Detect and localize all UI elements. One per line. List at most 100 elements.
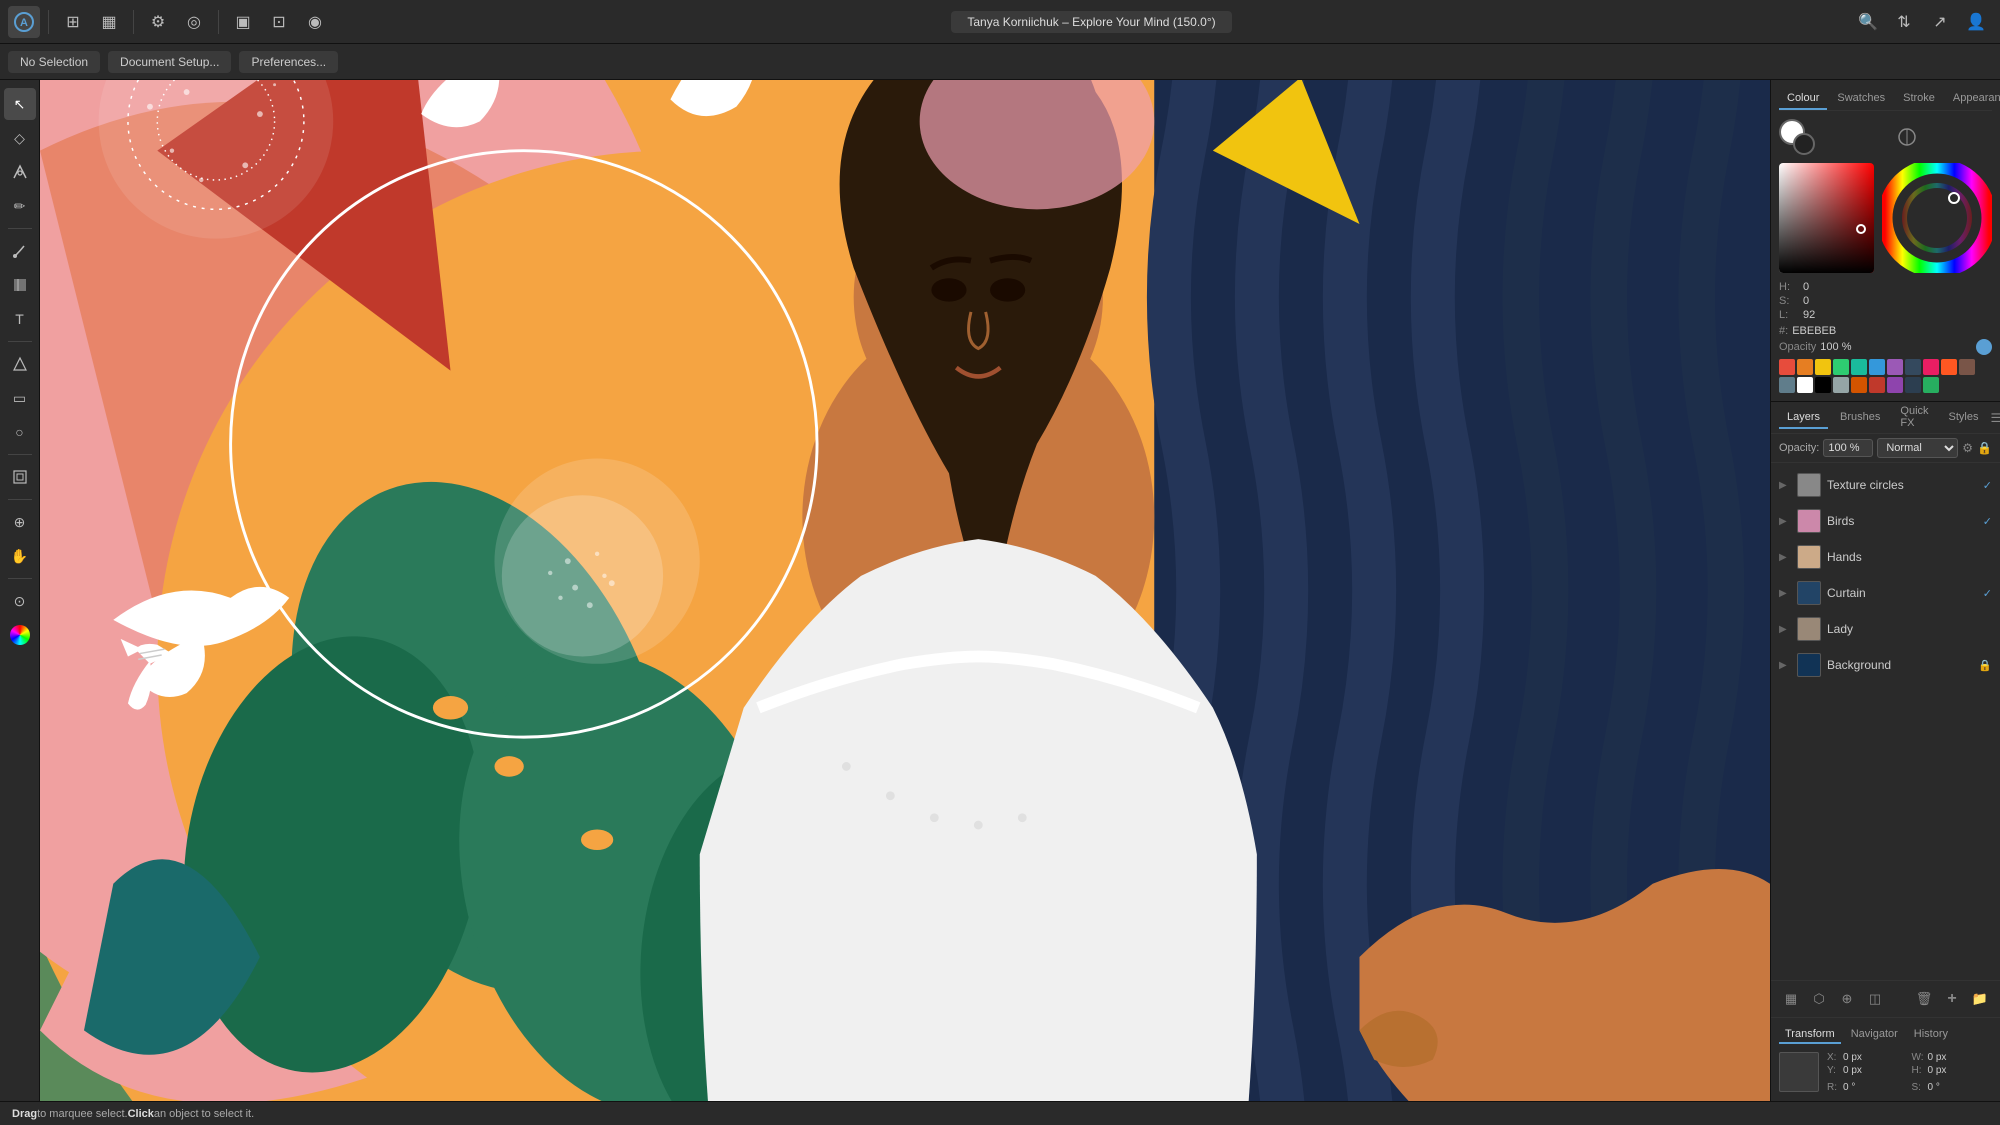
- grid-tool-4[interactable]: ⊡: [263, 6, 295, 38]
- layer-visibility-icon[interactable]: ✓: [1983, 479, 1992, 492]
- tab-colour[interactable]: Colour: [1779, 88, 1827, 110]
- rect-tool[interactable]: ▭: [4, 382, 36, 414]
- swatch-item[interactable]: [1779, 377, 1795, 393]
- layer-item-lady[interactable]: ▶Lady: [1771, 611, 2000, 647]
- transform-tool[interactable]: [4, 461, 36, 493]
- no-selection-button[interactable]: No Selection: [8, 51, 100, 73]
- swatch-item[interactable]: [1851, 359, 1867, 375]
- grid-tool-1[interactable]: ⊞: [57, 6, 89, 38]
- swatch-item[interactable]: [1833, 377, 1849, 393]
- tab-layers[interactable]: Layers: [1779, 407, 1828, 429]
- tab-navigator[interactable]: Navigator: [1845, 1026, 1904, 1044]
- layer-settings-icon[interactable]: ⚙: [1962, 441, 1973, 455]
- color-wheel[interactable]: [1882, 163, 1992, 273]
- color-swatch-tool[interactable]: [4, 619, 36, 651]
- layer-visibility-icon[interactable]: ✓: [1983, 587, 1992, 600]
- swatch-item[interactable]: [1923, 359, 1939, 375]
- swatch-item[interactable]: [1887, 359, 1903, 375]
- swatch-item[interactable]: [1833, 359, 1849, 375]
- swatch-item[interactable]: [1869, 377, 1885, 393]
- canvas-area[interactable]: [40, 80, 1770, 1101]
- swatch-item[interactable]: [1905, 377, 1921, 393]
- add-fx-layer-icon[interactable]: ⬡: [1807, 987, 1831, 1011]
- tab-stroke[interactable]: Stroke: [1895, 88, 1943, 110]
- brush-tool[interactable]: [4, 235, 36, 267]
- tab-transform[interactable]: Transform: [1779, 1026, 1841, 1044]
- blend-mode-select[interactable]: Normal Multiply Screen Overlay: [1877, 438, 1958, 458]
- swatch-item[interactable]: [1797, 359, 1813, 375]
- lightness-value: 92: [1803, 309, 1815, 321]
- sync-icon[interactable]: ⇅: [1888, 6, 1920, 38]
- add-mask-icon[interactable]: ◫: [1863, 987, 1887, 1011]
- layer-item-texture-circles[interactable]: ▶Texture circles✓: [1771, 467, 2000, 503]
- layer-item-birds[interactable]: ▶Birds✓: [1771, 503, 2000, 539]
- snapping-icon[interactable]: ▣: [227, 6, 259, 38]
- drag-desc: to marquee select.: [37, 1108, 128, 1120]
- swatch-item[interactable]: [1779, 359, 1795, 375]
- y-label: Y:: [1827, 1065, 1841, 1076]
- swatch-item[interactable]: [1869, 359, 1885, 375]
- tab-swatches[interactable]: Swatches: [1829, 88, 1893, 110]
- add-adjustment-icon[interactable]: ⊕: [1835, 987, 1859, 1011]
- add-layer-icon[interactable]: +: [1940, 987, 1964, 1011]
- main-area: ↖ ◇ ✏ T ▭ ○: [0, 80, 2000, 1101]
- shape-tool[interactable]: [4, 348, 36, 380]
- add-pixel-layer-icon[interactable]: ▦: [1779, 987, 1803, 1011]
- transform-h-field: H: 0 px: [1912, 1065, 1993, 1076]
- delete-layer-icon[interactable]: 🗑: [1912, 987, 1936, 1011]
- pen-tool[interactable]: [4, 156, 36, 188]
- zoom-tool[interactable]: ⊕: [4, 506, 36, 538]
- layer-item-curtain[interactable]: ▶Curtain✓: [1771, 575, 2000, 611]
- eyedropper-tool[interactable]: ⊙: [4, 585, 36, 617]
- layer-item-hands[interactable]: ▶Hands: [1771, 539, 2000, 575]
- user-icon[interactable]: 👤: [1960, 6, 1992, 38]
- tab-quick-fx[interactable]: Quick FX: [1892, 402, 1936, 435]
- y-value: 0 px: [1843, 1065, 1862, 1076]
- prefs-icon[interactable]: ◎: [178, 6, 210, 38]
- fill-tool[interactable]: [4, 269, 36, 301]
- lightness-row: L: 92: [1779, 309, 1992, 321]
- layer-opacity-input[interactable]: [1823, 439, 1873, 457]
- search-icon[interactable]: 🔍: [1852, 6, 1884, 38]
- hand-tool[interactable]: ✋: [4, 540, 36, 572]
- swatch-item[interactable]: [1815, 377, 1831, 393]
- layer-item-background[interactable]: ▶Background🔒: [1771, 647, 2000, 683]
- layers-menu-icon[interactable]: ☰: [1990, 411, 2000, 425]
- app-logo[interactable]: A: [8, 6, 40, 38]
- tab-history[interactable]: History: [1908, 1026, 1954, 1044]
- document-setup-button[interactable]: Document Setup...: [108, 51, 231, 73]
- background-color-swatch[interactable]: [1793, 133, 1815, 155]
- swatch-item[interactable]: [1905, 359, 1921, 375]
- swatch-item[interactable]: [1887, 377, 1903, 393]
- transform-fields: X: 0 px W: 0 px Y: 0 px: [1827, 1052, 1992, 1093]
- title-bar: Tanya Korniichuk – Explore Your Mind (15…: [335, 11, 1848, 33]
- circle-tool[interactable]: ○: [4, 416, 36, 448]
- swatch-item[interactable]: [1923, 377, 1939, 393]
- share-icon[interactable]: ↗: [1924, 6, 1956, 38]
- node-tool[interactable]: ◇: [4, 122, 36, 154]
- swatch-item[interactable]: [1797, 377, 1813, 393]
- grid-tool-2[interactable]: ▦: [93, 6, 125, 38]
- settings-icon[interactable]: ⚙: [142, 6, 174, 38]
- swatch-item[interactable]: [1941, 359, 1957, 375]
- x-value: 0 px: [1843, 1052, 1862, 1063]
- swatch-item[interactable]: [1959, 359, 1975, 375]
- swatch-item[interactable]: [1815, 359, 1831, 375]
- tab-brushes[interactable]: Brushes: [1832, 407, 1888, 429]
- color-gradient-box[interactable]: [1779, 163, 1874, 273]
- swatch-item[interactable]: [1851, 377, 1867, 393]
- layer-visibility-icon[interactable]: ✓: [1983, 515, 1992, 528]
- panel-bottom: ▦ ⬡ ⊕ ◫ 🗑 + 📁: [1771, 980, 2000, 1017]
- preferences-button[interactable]: Preferences...: [239, 51, 338, 73]
- drag-keyword: Drag: [12, 1108, 37, 1120]
- tab-styles[interactable]: Styles: [1941, 407, 1987, 429]
- layer-lock-icon[interactable]: 🔒: [1977, 441, 1992, 455]
- folder-icon[interactable]: 📁: [1968, 987, 1992, 1011]
- grid-tool-5[interactable]: ◉: [299, 6, 331, 38]
- tab-appearance[interactable]: Appearance: [1945, 88, 2000, 110]
- pencil-tool[interactable]: ✏: [4, 190, 36, 222]
- layer-lock-icon[interactable]: 🔒: [1978, 659, 1992, 672]
- opacity-picker-icon[interactable]: [1976, 339, 1992, 355]
- text-tool[interactable]: T: [4, 303, 36, 335]
- select-tool[interactable]: ↖: [4, 88, 36, 120]
